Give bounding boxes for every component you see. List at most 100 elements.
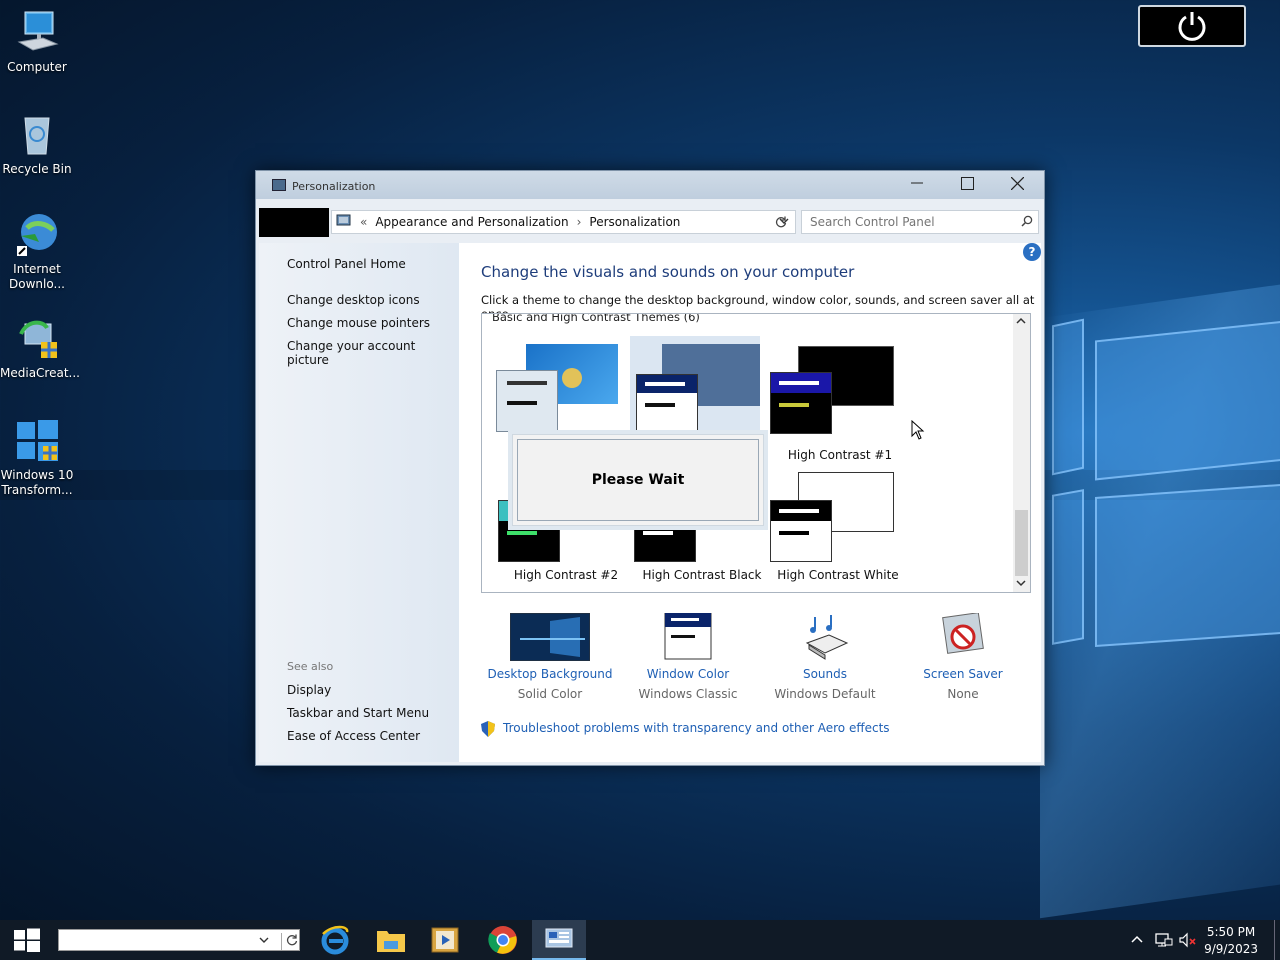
address-control-panel-icon bbox=[336, 214, 352, 231]
desktop-icon-label: Windows 10 bbox=[0, 468, 74, 482]
media-creation-tool-icon bbox=[13, 314, 61, 362]
system-clock[interactable]: 5:50 PM 9/9/2023 bbox=[1204, 924, 1258, 958]
window-title: Personalization bbox=[292, 180, 376, 193]
taskbar-chrome[interactable] bbox=[476, 920, 530, 960]
sidebar-change-account-picture[interactable]: Change your account picture bbox=[287, 339, 459, 367]
sounds-value: Windows Default bbox=[774, 687, 876, 701]
desktop-icon-label: Internet bbox=[13, 262, 61, 276]
maximize-icon bbox=[960, 176, 974, 190]
see-also-display[interactable]: Display bbox=[287, 683, 331, 697]
see-also-label: See also bbox=[287, 660, 334, 673]
desktop-icon-media-creation[interactable]: MediaCreat... bbox=[0, 314, 80, 381]
windows-logo-icon bbox=[14, 928, 40, 952]
address-bar[interactable]: « Appearance and Personalization › Perso… bbox=[331, 210, 796, 234]
taskbar-address-input[interactable] bbox=[58, 929, 300, 951]
theme-label: High Contrast #2 bbox=[513, 568, 619, 582]
window-color-value: Windows Classic bbox=[638, 687, 738, 701]
navigation-bar: « Appearance and Personalization › Perso… bbox=[259, 207, 1041, 237]
please-wait-dialog: Please Wait bbox=[512, 434, 764, 526]
internet-explorer-icon bbox=[321, 925, 349, 955]
refresh-icon[interactable] bbox=[281, 933, 298, 950]
theme-item-high-contrast-1[interactable]: High Contrast #1 bbox=[770, 342, 900, 462]
clock-date: 9/9/2023 bbox=[1204, 942, 1258, 956]
sidebar-change-desktop-icons[interactable]: Change desktop icons bbox=[287, 293, 420, 307]
scroll-down-icon[interactable] bbox=[1016, 578, 1026, 591]
sounds-icon bbox=[785, 613, 865, 661]
window-color-item[interactable]: Window Color Windows Classic bbox=[623, 612, 753, 701]
please-wait-text: Please Wait bbox=[517, 439, 759, 521]
close-icon bbox=[1010, 176, 1024, 190]
desktop-background-item[interactable]: Desktop Background Solid Color bbox=[485, 612, 615, 701]
windows-10-transformation-icon bbox=[13, 416, 61, 464]
theme-item-high-contrast-white[interactable]: High Contrast White bbox=[768, 470, 899, 590]
theme-list-scrollbar[interactable] bbox=[1013, 314, 1030, 592]
desktop-icon-label: Transform... bbox=[1, 483, 73, 497]
theme-preview-window bbox=[770, 500, 832, 562]
screen-saver-value: None bbox=[947, 687, 979, 701]
desktop-icon-label: Recycle Bin bbox=[2, 162, 72, 176]
taskbar-internet-explorer[interactable] bbox=[308, 920, 362, 960]
taskbar-file-explorer[interactable] bbox=[364, 920, 418, 960]
network-icon[interactable] bbox=[1155, 932, 1173, 952]
sidebar-control-panel-home[interactable]: Control Panel Home bbox=[287, 257, 406, 271]
screen-saver-link[interactable]: Screen Saver bbox=[898, 667, 1028, 681]
see-also-taskbar[interactable]: Taskbar and Start Menu bbox=[287, 706, 429, 720]
see-also-ease-of-access[interactable]: Ease of Access Center bbox=[287, 729, 420, 743]
refresh-button[interactable] bbox=[769, 210, 793, 234]
title-bar[interactable]: Personalization bbox=[256, 171, 1044, 199]
power-button[interactable] bbox=[1138, 5, 1246, 47]
desktop-icon-label: MediaCreat... bbox=[0, 366, 80, 380]
main-content: Change the visuals and sounds on your co… bbox=[459, 243, 1041, 762]
desktop-background-link[interactable]: Desktop Background bbox=[485, 667, 615, 681]
theme-group-label: Basic and High Contrast Themes (6) bbox=[492, 313, 700, 324]
page-title: Change the visuals and sounds on your co… bbox=[481, 263, 855, 281]
sidebar-change-mouse-pointers[interactable]: Change mouse pointers bbox=[287, 316, 430, 330]
minimize-button[interactable] bbox=[894, 171, 940, 195]
computer-icon bbox=[13, 8, 61, 56]
screen-saver-item[interactable]: Screen Saver None bbox=[898, 612, 1028, 701]
close-button[interactable] bbox=[994, 171, 1040, 195]
chrome-icon bbox=[488, 926, 517, 954]
window-color-icon bbox=[648, 612, 728, 661]
taskbar-media-player[interactable] bbox=[418, 920, 472, 960]
breadcrumb-personalization[interactable]: Personalization bbox=[589, 215, 680, 229]
volume-muted-icon[interactable] bbox=[1179, 932, 1197, 952]
theme-list: Basic and High Contrast Themes (6) High … bbox=[481, 313, 1031, 593]
sounds-item[interactable]: Sounds Windows Default bbox=[760, 613, 890, 701]
show-hidden-icons-chevron-icon[interactable] bbox=[1130, 932, 1144, 950]
desktop-icon-recycle-bin[interactable]: Recycle Bin bbox=[0, 110, 74, 177]
wallpaper-pane bbox=[1095, 483, 1280, 647]
desktop-background-value: Solid Color bbox=[517, 687, 583, 701]
breadcrumb-appearance[interactable]: Appearance and Personalization bbox=[375, 215, 568, 229]
desktop-icon-computer[interactable]: Computer bbox=[0, 8, 74, 75]
sidebar: Control Panel Home Change desktop icons … bbox=[259, 243, 459, 762]
troubleshoot-link[interactable]: Troubleshoot problems with transparency … bbox=[503, 721, 890, 735]
scroll-thumb[interactable] bbox=[1015, 510, 1028, 576]
theme-label: High Contrast White bbox=[777, 568, 899, 582]
sounds-link[interactable]: Sounds bbox=[760, 667, 890, 681]
media-player-icon bbox=[431, 927, 459, 953]
wallpaper-pane bbox=[1052, 489, 1084, 645]
taskbar-control-panel[interactable] bbox=[532, 920, 586, 960]
recycle-bin-icon bbox=[13, 110, 61, 158]
search-icon[interactable] bbox=[1021, 215, 1033, 230]
window-color-link[interactable]: Window Color bbox=[623, 667, 753, 681]
screen-saver-icon bbox=[923, 612, 1003, 661]
navigation-buttons[interactable] bbox=[259, 208, 329, 237]
help-button[interactable]: ? bbox=[1023, 243, 1041, 261]
search-input[interactable] bbox=[801, 210, 1039, 234]
theme-preview-window bbox=[770, 372, 832, 434]
theme-preview-window bbox=[496, 370, 558, 432]
scroll-up-icon[interactable] bbox=[1016, 316, 1026, 329]
maximize-button[interactable] bbox=[944, 171, 990, 195]
mouse-cursor-icon bbox=[911, 419, 925, 443]
desktop-icon-windows-10-transformation[interactable]: Windows 10 Transform... bbox=[0, 416, 74, 498]
desktop-icon-label: Computer bbox=[7, 60, 67, 74]
breadcrumb-overflow[interactable]: « bbox=[360, 215, 367, 229]
breadcrumb-separator[interactable]: › bbox=[577, 215, 582, 229]
desktop-icon-internet-download[interactable]: Internet Downlo... bbox=[0, 210, 74, 292]
chevron-down-icon[interactable] bbox=[259, 933, 269, 950]
show-desktop-button[interactable] bbox=[1274, 920, 1280, 960]
start-button[interactable] bbox=[0, 920, 54, 960]
theme-preview-window bbox=[636, 374, 698, 436]
